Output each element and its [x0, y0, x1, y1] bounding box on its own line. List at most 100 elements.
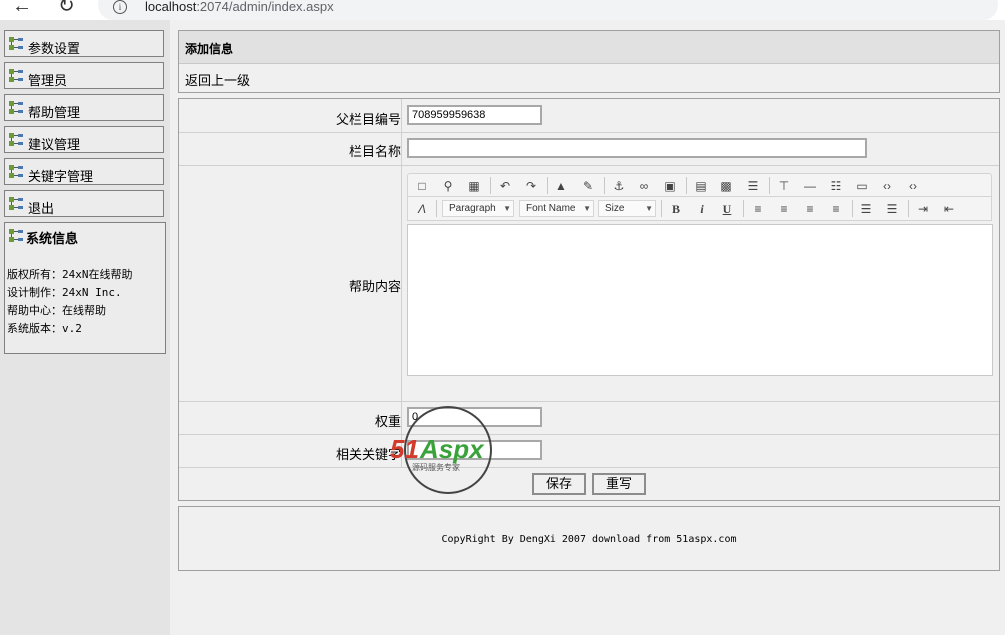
rich-text-editor: □ ⚲ ▦ ↶ ↷ ▲ ✎ ⚓ ∞ ▣ ▤ ▩ ☰ ⊤ — ☷ ▭ ‹› ‹› … [407, 173, 994, 377]
name-label: 栏目名称 [348, 144, 401, 159]
page: 参数设置 管理员 帮助管理 建议管理 关键字管理 退出 系统信息 版权所有：24… [0, 20, 1005, 635]
align-right-icon[interactable]: ≡ [802, 201, 818, 217]
reset-button[interactable]: 重写 [592, 473, 646, 495]
align-left-icon[interactable]: ≡ [750, 201, 766, 217]
tree-icon [9, 37, 23, 50]
outdent-icon[interactable]: ⇤ [941, 201, 957, 217]
tree-icon [9, 101, 23, 114]
tree-icon [9, 197, 23, 210]
html-code-icon[interactable]: ‹› [905, 178, 921, 194]
form-row-keywords: 相关关键字 [179, 435, 999, 468]
weight-input[interactable] [407, 407, 542, 427]
text-color-icon[interactable]: ▲ [553, 178, 569, 194]
name-input[interactable] [407, 138, 867, 158]
sidebar-item-label: 管理员 [28, 73, 68, 88]
sidebar-item-label: 退出 [28, 201, 55, 216]
font-size-select[interactable]: Size ▼ [598, 200, 656, 217]
sidebar: 参数设置 管理员 帮助管理 建议管理 关键字管理 退出 系统信息 版权所有：24… [0, 20, 170, 635]
table-edit-icon[interactable]: ▩ [718, 178, 734, 194]
form-row-parent-id: 父栏目编号 [179, 99, 999, 133]
sidebar-item-keywords[interactable]: 关键字管理 [4, 158, 164, 185]
indent-icon[interactable]: ⇥ [915, 201, 931, 217]
system-info-line: 帮助中心：在线帮助 [7, 304, 106, 317]
sidebar-item-settings[interactable]: 参数设置 [4, 30, 164, 57]
toolbar-separator [908, 200, 909, 217]
preview-icon[interactable]: ⚲ [440, 178, 456, 194]
system-info-line: 版权所有：24xN在线帮助 [7, 268, 133, 281]
image-icon[interactable]: ▣ [662, 178, 678, 194]
system-info-line: 设计制作：24xN Inc. [7, 286, 122, 299]
highlight-icon[interactable]: ✎ [580, 178, 596, 194]
toolbar-separator [769, 177, 770, 194]
parent-id-label: 父栏目编号 [335, 112, 401, 127]
undo-icon[interactable]: ↶ [497, 178, 513, 194]
keywords-input[interactable] [407, 440, 542, 460]
sidebar-item-label: 建议管理 [28, 137, 81, 152]
eraser-icon[interactable]: ▭ [854, 178, 870, 194]
align-justify-icon[interactable]: ≡ [828, 201, 844, 217]
form-row-name: 栏目名称 [179, 133, 999, 166]
font-name-select[interactable]: Font Name ▼ [519, 200, 594, 217]
toolbar-separator [436, 200, 437, 217]
parent-id-input[interactable] [407, 105, 542, 125]
toolbar-separator [547, 177, 548, 194]
system-info-box: 系统信息 版权所有：24xN在线帮助 设计制作：24xN Inc. 帮助中心：在… [4, 222, 166, 354]
form-icon[interactable]: ☷ [828, 178, 844, 194]
info-icon[interactable]: i [113, 0, 127, 14]
form-cell [401, 166, 402, 401]
toolbar-separator [743, 200, 744, 217]
form-row-weight: 权重 [179, 402, 999, 435]
address-bar[interactable]: i localhost:2074/admin/index.aspx [98, 0, 998, 20]
back-arrow-icon[interactable]: ← [12, 0, 32, 18]
system-info-title: 系统信息 [26, 231, 79, 246]
new-document-icon[interactable]: □ [414, 178, 430, 194]
dropdown-arrow-icon: ▼ [645, 204, 653, 213]
save-button[interactable]: 保存 [532, 473, 586, 495]
sidebar-item-help[interactable]: 帮助管理 [4, 94, 164, 121]
toolbar-separator [686, 177, 687, 194]
bullet-list-icon[interactable]: ☰ [884, 201, 900, 217]
keywords-label: 相关关键字 [335, 447, 401, 462]
underline-button[interactable]: U [719, 201, 735, 217]
system-info-line: 系统版本：v.2 [7, 322, 82, 335]
paste-icon[interactable]: ▦ [466, 178, 482, 194]
clear-format-icon[interactable]: Λ [414, 201, 430, 217]
weight-label: 权重 [374, 414, 401, 429]
sidebar-item-suggestions[interactable]: 建议管理 [4, 126, 164, 153]
browser-toolbar: ← ↻ i localhost:2074/admin/index.aspx [0, 0, 1005, 20]
form-cell [401, 402, 402, 434]
list-box-icon[interactable]: ☰ [745, 178, 761, 194]
numbered-list-icon[interactable]: ☰ [858, 201, 874, 217]
redo-icon[interactable]: ↷ [523, 178, 539, 194]
editor-content-area[interactable] [407, 224, 993, 376]
copyright-text: CopyRight By DengXi 2007 download from 5… [441, 534, 737, 545]
toolbar-separator [852, 200, 853, 217]
source-code-icon[interactable]: ‹› [879, 178, 895, 194]
bold-button[interactable]: B [668, 201, 684, 217]
toolbar-separator [490, 177, 491, 194]
footer-panel: CopyRight By DengXi 2007 download from 5… [178, 506, 1000, 571]
dropdown-arrow-icon: ▼ [503, 204, 511, 213]
sidebar-item-logout[interactable]: 退出 [4, 190, 164, 217]
page-title: 添加信息 [185, 42, 234, 56]
header-panel: 添加信息 返回上一级 [178, 30, 1000, 93]
anchor-icon[interactable]: ⚓ [611, 178, 627, 194]
reload-icon[interactable]: ↻ [58, 0, 75, 18]
align-center-icon[interactable]: ≡ [776, 201, 792, 217]
sidebar-item-label: 参数设置 [28, 41, 81, 56]
sidebar-item-admin[interactable]: 管理员 [4, 62, 164, 89]
italic-button[interactable]: i [694, 201, 710, 217]
paragraph-select[interactable]: Paragraph ▼ [442, 200, 514, 217]
tree-icon [9, 69, 23, 82]
back-link[interactable]: 返回上一级 [185, 70, 250, 89]
strikethrough-icon[interactable]: ⊤ [776, 178, 792, 194]
form-cell [401, 133, 402, 165]
url-text: localhost:2074/admin/index.aspx [145, 0, 334, 14]
editor-toolbar-bottom: Λ Paragraph ▼ Font Name ▼ Size ▼ B i U ≡ ≡ … [407, 197, 992, 221]
form-cell [401, 435, 402, 467]
link-icon[interactable]: ∞ [636, 178, 652, 194]
tree-icon [9, 165, 23, 178]
table-icon[interactable]: ▤ [693, 178, 709, 194]
editor-toolbar-top: □ ⚲ ▦ ↶ ↷ ▲ ✎ ⚓ ∞ ▣ ▤ ▩ ☰ ⊤ — ☷ ▭ ‹› ‹› [407, 173, 992, 197]
horizontal-rule-icon[interactable]: — [802, 178, 818, 194]
